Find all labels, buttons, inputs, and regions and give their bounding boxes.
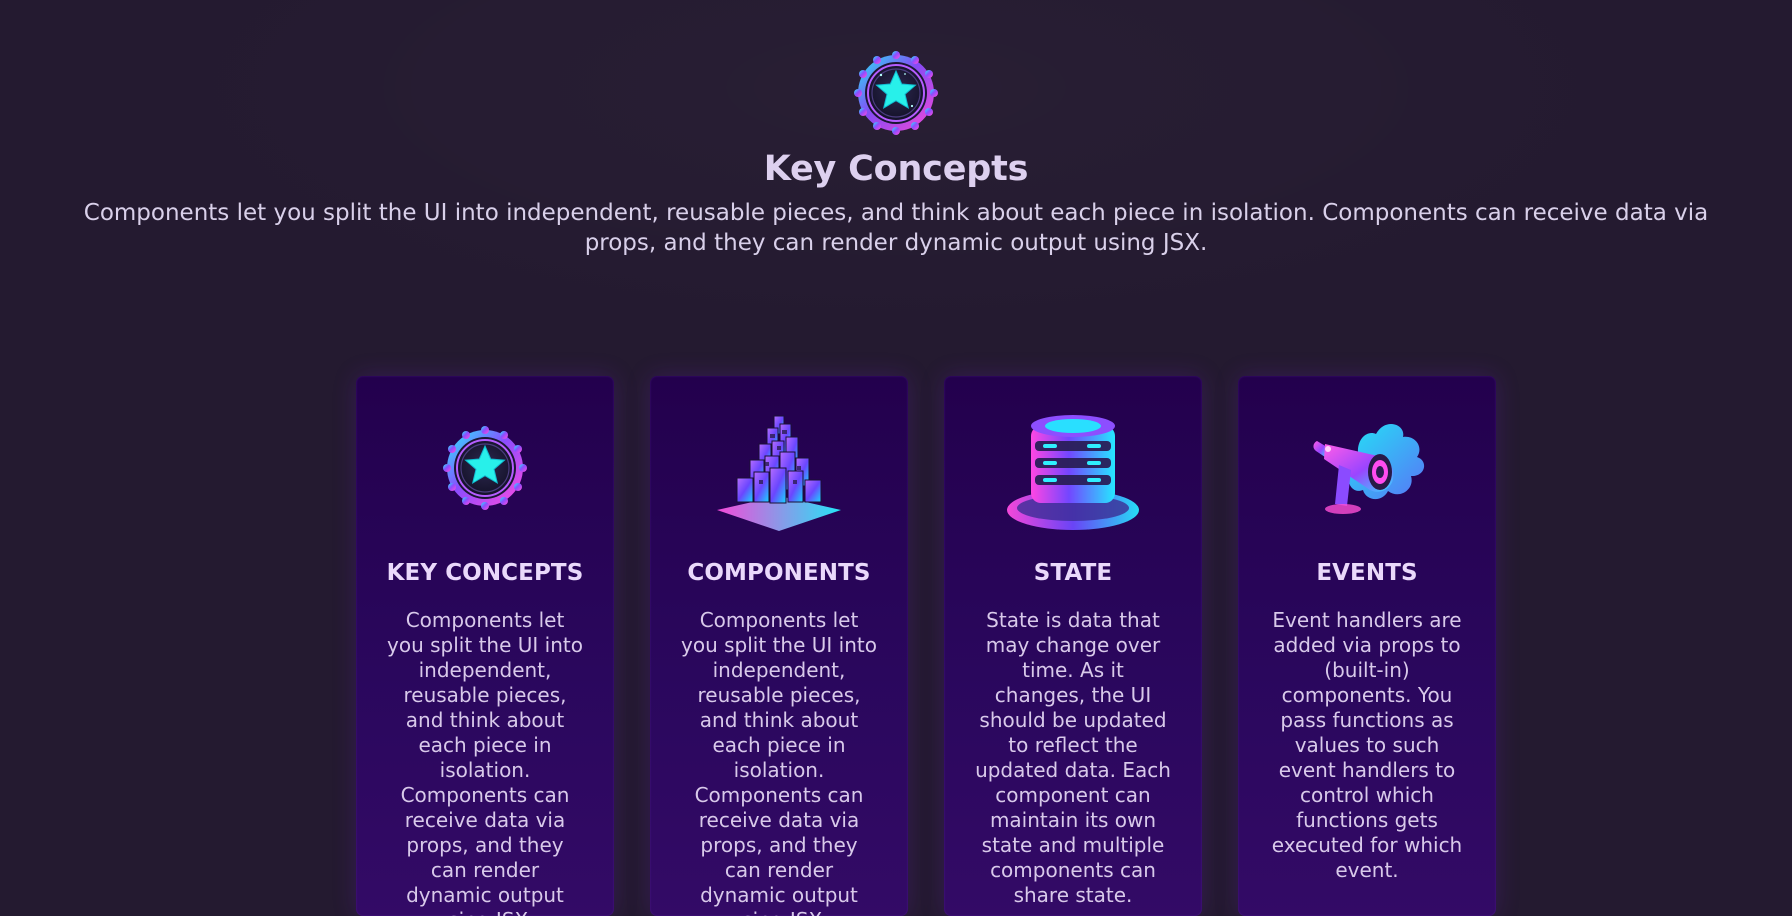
page-description: Components let you split the UI into ind… bbox=[83, 200, 1709, 256]
card-title: COMPONENTS bbox=[687, 560, 871, 586]
cards-grid: KEY CONCEPTS Components let you split th… bbox=[356, 376, 1496, 916]
star-badge-icon bbox=[852, 49, 940, 137]
card-components: COMPONENTS Components let you split the … bbox=[650, 376, 908, 916]
card-events: EVENTS Event handlers are added via prop… bbox=[1238, 376, 1496, 916]
star-badge-icon bbox=[415, 410, 555, 530]
card-state: STATE State is data that may change over… bbox=[944, 376, 1202, 916]
card-title: KEY CONCEPTS bbox=[386, 560, 584, 586]
card-description: State is data that may change over time.… bbox=[975, 608, 1171, 907]
page-title: Key Concepts bbox=[763, 149, 1029, 189]
card-description: Components let you split the UI into ind… bbox=[387, 608, 583, 916]
database-icon bbox=[1003, 410, 1143, 530]
megaphone-icon bbox=[1297, 410, 1437, 530]
card-title: EVENTS bbox=[1316, 560, 1418, 586]
card-key-concepts: KEY CONCEPTS Components let you split th… bbox=[356, 376, 614, 916]
blocks-tower-icon bbox=[709, 410, 849, 531]
card-description: Components let you split the UI into ind… bbox=[681, 608, 877, 916]
card-description: Event handlers are added via props to (b… bbox=[1271, 608, 1463, 882]
card-title: STATE bbox=[1033, 560, 1113, 586]
key-concepts-page: Key Concepts Components let you split th… bbox=[0, 0, 1792, 916]
